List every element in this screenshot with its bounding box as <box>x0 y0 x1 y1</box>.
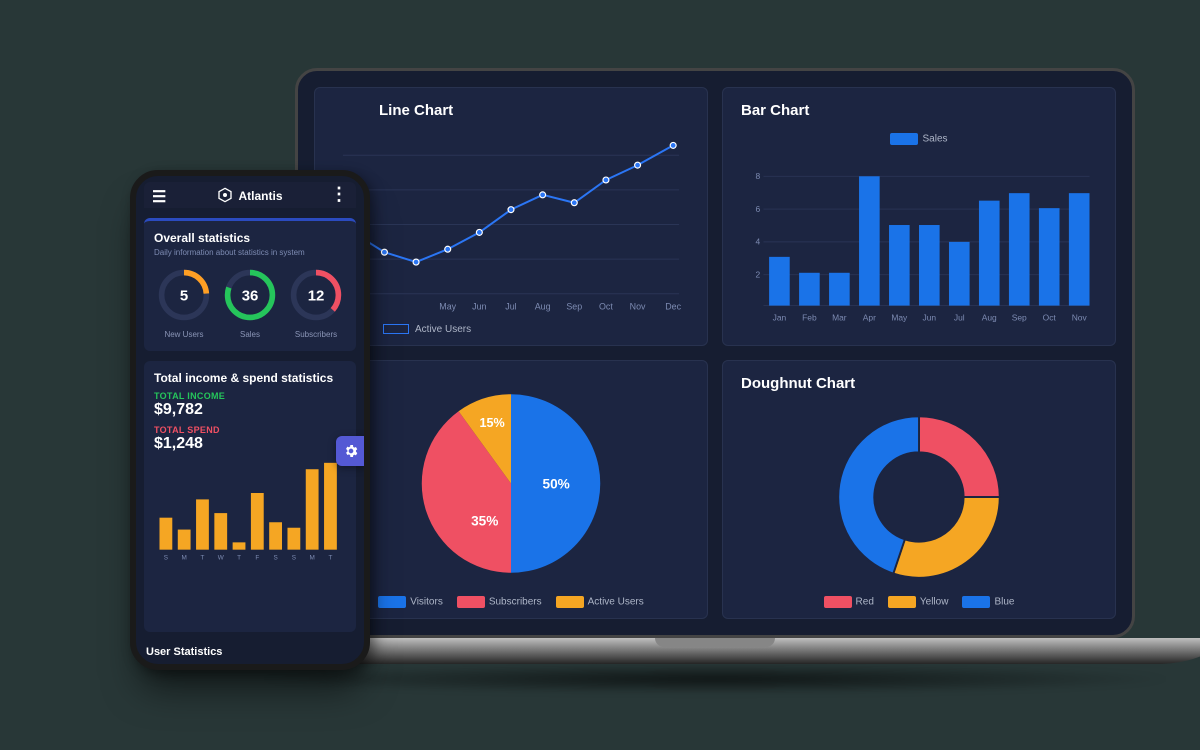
svg-text:S: S <box>273 555 277 562</box>
svg-text:Aug: Aug <box>982 313 997 323</box>
phone-mockup: ☰ Atlantis ⋮ Overall statistics Daily in… <box>130 170 370 670</box>
svg-text:Aug: Aug <box>535 302 551 312</box>
income-spend-card: Total income & spend statistics TOTAL IN… <box>144 361 356 632</box>
settings-button[interactable] <box>336 436 366 466</box>
income-value: $9,782 <box>154 401 346 419</box>
bar-chart-panel: Bar Chart Sales 8 6 4 2 <box>722 87 1116 346</box>
line-chart-title: Line Chart <box>379 102 689 119</box>
doughnut-chart-title: Doughnut Chart <box>741 375 1097 392</box>
svg-text:T: T <box>237 555 241 562</box>
svg-text:Dec: Dec <box>665 302 681 312</box>
phone-app-bar: ☰ Atlantis ⋮ <box>144 182 356 208</box>
svg-text:T: T <box>328 555 332 562</box>
legend-box-icon <box>556 596 584 608</box>
svg-text:Oct: Oct <box>599 302 613 312</box>
income-spend-title: Total income & spend statistics <box>154 371 346 385</box>
pie-chart-panel: 50% 35% 15% Visitors Subscribers Active … <box>314 360 708 619</box>
svg-text:Jul: Jul <box>505 302 516 312</box>
svg-text:Apr: Apr <box>863 313 876 323</box>
svg-text:Nov: Nov <box>1072 313 1088 323</box>
svg-text:5: 5 <box>180 287 188 304</box>
bar-chart: 8 6 4 2 <box>741 145 1097 335</box>
svg-text:May: May <box>439 302 456 312</box>
doughnut-chart <box>824 402 1014 592</box>
gear-icon <box>343 443 359 459</box>
svg-text:8: 8 <box>756 171 761 181</box>
spend-label: TOTAL SPEND <box>154 425 346 435</box>
spend-value: $1,248 <box>154 435 346 453</box>
user-statistics-peek: User Statistics <box>144 642 356 658</box>
svg-text:6: 6 <box>756 204 761 214</box>
bar-chart-legend: Sales <box>741 133 1097 145</box>
svg-text:Jan: Jan <box>773 313 787 323</box>
legend-box-icon <box>962 596 990 608</box>
svg-text:50%: 50% <box>543 477 570 492</box>
svg-text:Sep: Sep <box>1012 313 1027 323</box>
svg-text:M: M <box>182 555 187 562</box>
legend-box-icon <box>888 596 916 608</box>
pie-chart: 50% 35% 15% <box>406 375 616 592</box>
svg-text:May: May <box>891 313 908 323</box>
svg-text:Jul: Jul <box>954 313 965 323</box>
line-chart-panel: Line Chart May Jun <box>314 87 708 346</box>
svg-text:Mar: Mar <box>832 313 847 323</box>
svg-text:12: 12 <box>308 287 325 304</box>
svg-text:W: W <box>218 555 224 562</box>
svg-text:Jun: Jun <box>923 313 937 323</box>
pie-chart-legend: Visitors Subscribers Active Users <box>333 596 689 608</box>
svg-text:M: M <box>310 555 315 562</box>
doughnut-chart-panel: Doughnut Chart Red Yellow Blue <box>722 360 1116 619</box>
gauge-sales: 36 Sales <box>220 267 280 339</box>
svg-text:2: 2 <box>756 269 761 279</box>
svg-text:Oct: Oct <box>1043 313 1057 323</box>
svg-text:Sep: Sep <box>566 302 582 312</box>
svg-text:Jun: Jun <box>472 302 486 312</box>
brand-logo-icon <box>217 187 233 203</box>
svg-text:T: T <box>201 555 205 562</box>
laptop-screen: Line Chart May Jun <box>295 68 1135 638</box>
more-icon[interactable]: ⋮ <box>330 187 348 201</box>
svg-text:36: 36 <box>242 287 259 304</box>
menu-icon[interactable]: ☰ <box>152 187 166 207</box>
income-bar-chart: S M T W T F S S M T <box>154 461 346 562</box>
svg-text:S: S <box>292 555 296 562</box>
svg-text:4: 4 <box>756 237 761 247</box>
svg-text:Feb: Feb <box>802 313 817 323</box>
overall-stats-card: Overall statistics Daily information abo… <box>144 218 356 351</box>
gauges-row: 5 New Users 36 Sales 12 Subscribers <box>154 267 346 339</box>
gauge-subscribers: 12 Subscribers <box>286 267 346 339</box>
income-label: TOTAL INCOME <box>154 391 346 401</box>
doughnut-chart-legend: Red Yellow Blue <box>741 596 1097 608</box>
overall-stats-title: Overall statistics <box>154 231 346 245</box>
overall-stats-subtitle: Daily information about statistics in sy… <box>154 248 346 257</box>
svg-text:S: S <box>164 555 168 562</box>
line-chart: May Jun Jul Aug Sep Oct Nov Dec <box>333 129 689 320</box>
gauge-new-users: 5 New Users <box>154 267 214 339</box>
line-chart-legend: Active Users <box>383 324 689 335</box>
legend-box-icon <box>457 596 485 608</box>
legend-box-icon <box>824 596 852 608</box>
laptop-mockup: Line Chart May Jun <box>295 68 1135 694</box>
legend-box-icon <box>378 596 406 608</box>
svg-text:Nov: Nov <box>630 302 646 312</box>
svg-text:35%: 35% <box>471 514 498 529</box>
brand-label: Atlantis <box>217 187 282 203</box>
svg-text:F: F <box>255 555 259 562</box>
legend-line-icon <box>383 324 409 334</box>
legend-box-icon <box>890 133 918 145</box>
laptop-shadow <box>255 664 1175 694</box>
svg-text:15%: 15% <box>480 416 505 430</box>
bar-chart-title: Bar Chart <box>741 102 1097 119</box>
